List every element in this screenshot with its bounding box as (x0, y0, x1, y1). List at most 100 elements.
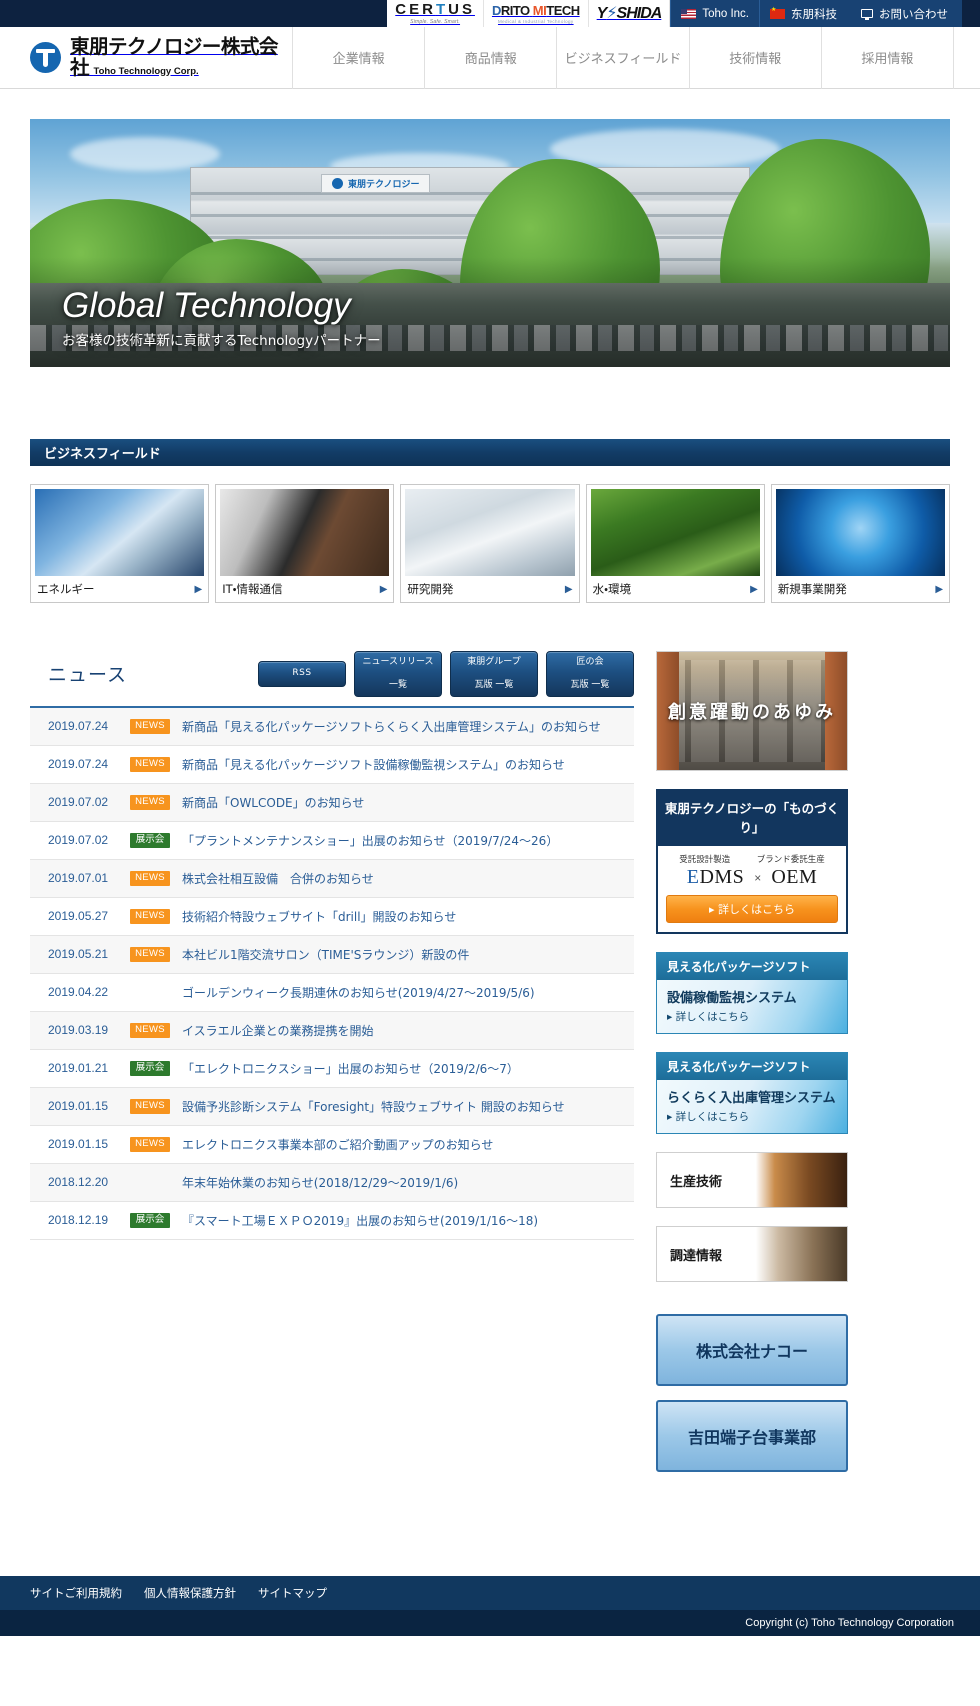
banner-monozukuri[interactable]: 東朋テクノロジーの「ものづくり」 受託設計製造 ブランド委託生産 EDMS × … (656, 789, 848, 934)
banner-procurement-info[interactable]: 調達情報 (656, 1226, 848, 1282)
field-card-water-environment[interactable]: 水・環境 ▶ (585, 484, 765, 603)
news-release-list-button[interactable]: ニュースリリース 一覧 (354, 651, 442, 697)
news-item[interactable]: 2018.12.20 年末年始休業のお知らせ(2018/12/29〜2019/1/… (30, 1163, 634, 1202)
nav-item-recruit[interactable]: 採用情報 (820, 26, 955, 89)
news-item-badge (130, 1181, 170, 1183)
footer-link-sitemap[interactable]: サイトマップ (258, 1585, 327, 1601)
field-card-image (405, 489, 575, 576)
news-item-link[interactable]: 年末年始休業のお知らせ(2018/12/29〜2019/1/6) (182, 1174, 458, 1191)
banner-yoshida-terminal[interactable]: 吉田端子台事業部 (656, 1400, 848, 1472)
news-item[interactable]: 2019.03.19 NEWS イスラエル企業との業務提携を開始 (30, 1011, 634, 1050)
business-field-cards: エネルギー ▶ IT・情報通信 ▶ 研究開発 ▶ 水・環境 ▶ 新規事業開発 ▶ (30, 484, 951, 603)
news-item-badge: NEWS (130, 870, 170, 886)
news-item-link[interactable]: 新商品「見える化パッケージソフト設備稼働監視システム」のお知らせ (182, 756, 565, 773)
news-item-link[interactable]: 設備予兆診断システム「Foresight」特設ウェブサイト 開設のお知らせ (182, 1098, 565, 1115)
ayumi-title: 創意躍動のあゆみ (668, 702, 836, 723)
hero-cloud (70, 137, 220, 171)
news-item-link[interactable]: ゴールデンウィーク長期連休のお知らせ(2019/4/27〜2019/5/6) (182, 984, 535, 1001)
field-card-label-row: エネルギー ▶ (35, 576, 204, 602)
news-item[interactable]: 2019.01.15 NEWS エレクトロニクス事業本部のご紹介動画アップのお知らせ (30, 1126, 634, 1164)
news-item-link[interactable]: 新商品「OWLCODE」のお知らせ (182, 794, 364, 811)
banner-naco-corp[interactable]: 株式会社ナコー (656, 1314, 848, 1386)
chevron-right-icon: ▶ (194, 583, 203, 595)
news-item-link[interactable]: 「エレクトロニクスショー」出展のお知らせ（2019/2/6〜7） (182, 1060, 519, 1077)
yoshida-logo[interactable]: Y⚡SHIDA (588, 0, 671, 27)
news-item[interactable]: 2019.01.21 展示会 「エレクトロニクスショー」出展のお知らせ（2019/2… (30, 1050, 634, 1088)
takumi-no-kai-kawaraban-button[interactable]: 匠の会 瓦版 一覧 (546, 651, 634, 697)
news-item-badge: NEWS (130, 1022, 170, 1038)
mieruka-more-label: 詳しくはこちら (675, 1111, 750, 1123)
news-item-link[interactable]: 株式会社相互設備 合併のお知らせ (182, 870, 374, 887)
nav-item-technology[interactable]: 技術情報 (688, 26, 821, 89)
news-item[interactable]: 2019.05.27 NEWS 技術紹介特設ウェブサイト「drill」開設のお知らせ (30, 898, 634, 936)
footer-copyright: Copyright (c) Toho Technology Corporatio… (0, 1610, 980, 1636)
field-card-label: 新規事業開発 (777, 582, 847, 596)
banner-warehouse-management[interactable]: 見える化パッケージソフト らくらく入出庫管理システム ▸ 詳しくはこちら (656, 1052, 848, 1134)
toho-group-kawaraban-label: 東朋グループ 瓦版 一覧 (467, 657, 520, 691)
field-card-research[interactable]: 研究開発 ▶ (400, 484, 580, 603)
news-item-link[interactable]: 新商品「見える化パッケージソフトらくらく入出庫管理システム」のお知らせ (182, 718, 601, 735)
mieruka-heading: 見える化パッケージソフト (657, 953, 847, 980)
nav-item-business-field[interactable]: ビジネスフィールド (556, 26, 688, 89)
mieruka-product-name: 設備稼働監視システム (667, 991, 797, 1006)
drito-mitech-logo[interactable]: DRITO MITECH Medical & Industrial Techno… (483, 0, 589, 27)
monozukuri-terms: EDMS × OEM (666, 866, 838, 889)
news-item-badge: NEWS (130, 718, 170, 734)
mieruka-heading: 見える化パッケージソフト (657, 1053, 847, 1080)
monozukuri-labels: 受託設計製造 ブランド委託生産 (666, 853, 838, 865)
news-release-list-label: ニュースリリース 一覧 (362, 657, 433, 691)
news-item-link[interactable]: エレクトロニクス事業本部のご紹介動画アップのお知らせ (182, 1136, 493, 1153)
monitor-icon (861, 9, 873, 20)
hero-wrapper: 東朋テクノロジー Global Technology お客様の技術革新に貢献する… (0, 89, 980, 367)
news-item-date: 2019.01.21 (48, 1061, 109, 1076)
footer-link-privacy-policy[interactable]: 個人情報保護方針 (144, 1585, 236, 1601)
news-item[interactable]: 2018.12.19 展示会 『スマート工場ＥＸＰＯ2019』出展のお知らせ(201… (30, 1202, 634, 1240)
rss-button[interactable]: RSS (258, 660, 346, 687)
news-item[interactable]: 2019.07.24 NEWS 新商品「見える化パッケージソフト設備稼働監視システム… (30, 746, 634, 784)
certus-wordmark: CERTUS (395, 1, 475, 18)
drito-mitech-tagline: Medical & Industrial Technology (497, 18, 574, 24)
nav-item-products[interactable]: 商品情報 (424, 26, 556, 89)
field-card-it-telecom[interactable]: IT・情報通信 ▶ (215, 484, 395, 603)
news-item[interactable]: 2019.01.15 NEWS 設備予兆診断システム「Foresight」特設ウェブ… (30, 1087, 634, 1126)
sidebar-column: 創意躍動のあゆみ 東朋テクノロジーの「ものづくり」 受託設計製造 ブランド委託生… (656, 651, 848, 1486)
news-item[interactable]: 2019.07.02 NEWS 新商品「OWLCODE」のお知らせ (30, 783, 634, 822)
monozukuri-cta-button[interactable]: ▸ 詳しくはこちら (666, 895, 838, 923)
news-item-link[interactable]: 本社ビル1階交流サロン（TIME'Sラウンジ）新設の件 (182, 946, 469, 963)
lang-link-toho-china[interactable]: 东朋科技 (759, 0, 847, 27)
field-card-new-business[interactable]: 新規事業開発 ▶ (770, 484, 951, 603)
news-item-link[interactable]: 「プラントメンテナンスショー」出展のお知らせ（2019/7/24〜26） (182, 832, 558, 849)
hero-banner[interactable]: 東朋テクノロジー Global Technology お客様の技術革新に貢献する… (30, 119, 950, 367)
certus-logo[interactable]: CERTUS Simple. Safe. Smart. (387, 0, 484, 27)
field-card-image (590, 489, 760, 576)
news-item[interactable]: 2019.05.21 NEWS 本社ビル1階交流サロン（TIME'Sラウンジ）新設の… (30, 935, 634, 974)
banner-equipment-monitoring[interactable]: 見える化パッケージソフト 設備稼働監視システム ▸ 詳しくはこちら (656, 952, 848, 1034)
lang-link-toho-inc[interactable]: Toho Inc. (670, 0, 759, 27)
hero-building-sign: 東朋テクノロジー (321, 174, 431, 193)
news-item[interactable]: 2019.04.22 ゴールデンウィーク長期連休のお知らせ(2019/4/27〜2… (30, 974, 634, 1012)
nav-item-corporate[interactable]: 企業情報 (292, 26, 424, 89)
news-item-badge: NEWS (130, 1098, 170, 1114)
banner-procurement-info-label: 調達情報 (670, 1248, 723, 1264)
us-flag-icon (681, 8, 697, 19)
news-item-link[interactable]: イスラエル企業との業務提携を開始 (182, 1022, 374, 1039)
banner-souiyakudou-no-ayumi[interactable]: 創意躍動のあゆみ (656, 651, 848, 771)
news-item-link[interactable]: 『スマート工場ＥＸＰＯ2019』出展のお知らせ(2019/1/16〜18) (182, 1212, 538, 1229)
mieruka-more-row: ▸ 詳しくはこちら (667, 1109, 837, 1124)
toho-group-kawaraban-button[interactable]: 東朋グループ 瓦版 一覧 (450, 651, 538, 697)
banner-production-technology[interactable]: 生産技術 (656, 1152, 848, 1208)
news-item[interactable]: 2019.07.01 NEWS 株式会社相互設備 合併のお知らせ (30, 859, 634, 898)
news-item-date: 2019.07.02 (48, 833, 109, 848)
monozukuri-label-left: 受託設計製造 (679, 855, 731, 865)
site-logo[interactable]: 東朋テクノロジー株式会社 Toho Technology Corp. (0, 36, 292, 79)
news-item[interactable]: 2019.07.02 展示会 「プラントメンテナンスショー」出展のお知らせ（2019… (30, 822, 634, 860)
news-item-link[interactable]: 技術紹介特設ウェブサイト「drill」開設のお知らせ (182, 908, 456, 925)
field-card-label: 研究開発 (407, 582, 454, 596)
contact-link[interactable]: お問い合わせ (847, 0, 962, 27)
footer-link-terms-of-use[interactable]: サイトご利用規約 (30, 1585, 122, 1601)
news-item[interactable]: 2019.07.24 NEWS 新商品「見える化パッケージソフトらくらく入出庫管理シ… (30, 707, 634, 746)
drito-mitech-wordmark: DRITO MITECH (491, 2, 580, 18)
chevron-right-icon: ▸ (708, 903, 715, 916)
field-card-energy[interactable]: エネルギー ▶ (30, 484, 210, 603)
